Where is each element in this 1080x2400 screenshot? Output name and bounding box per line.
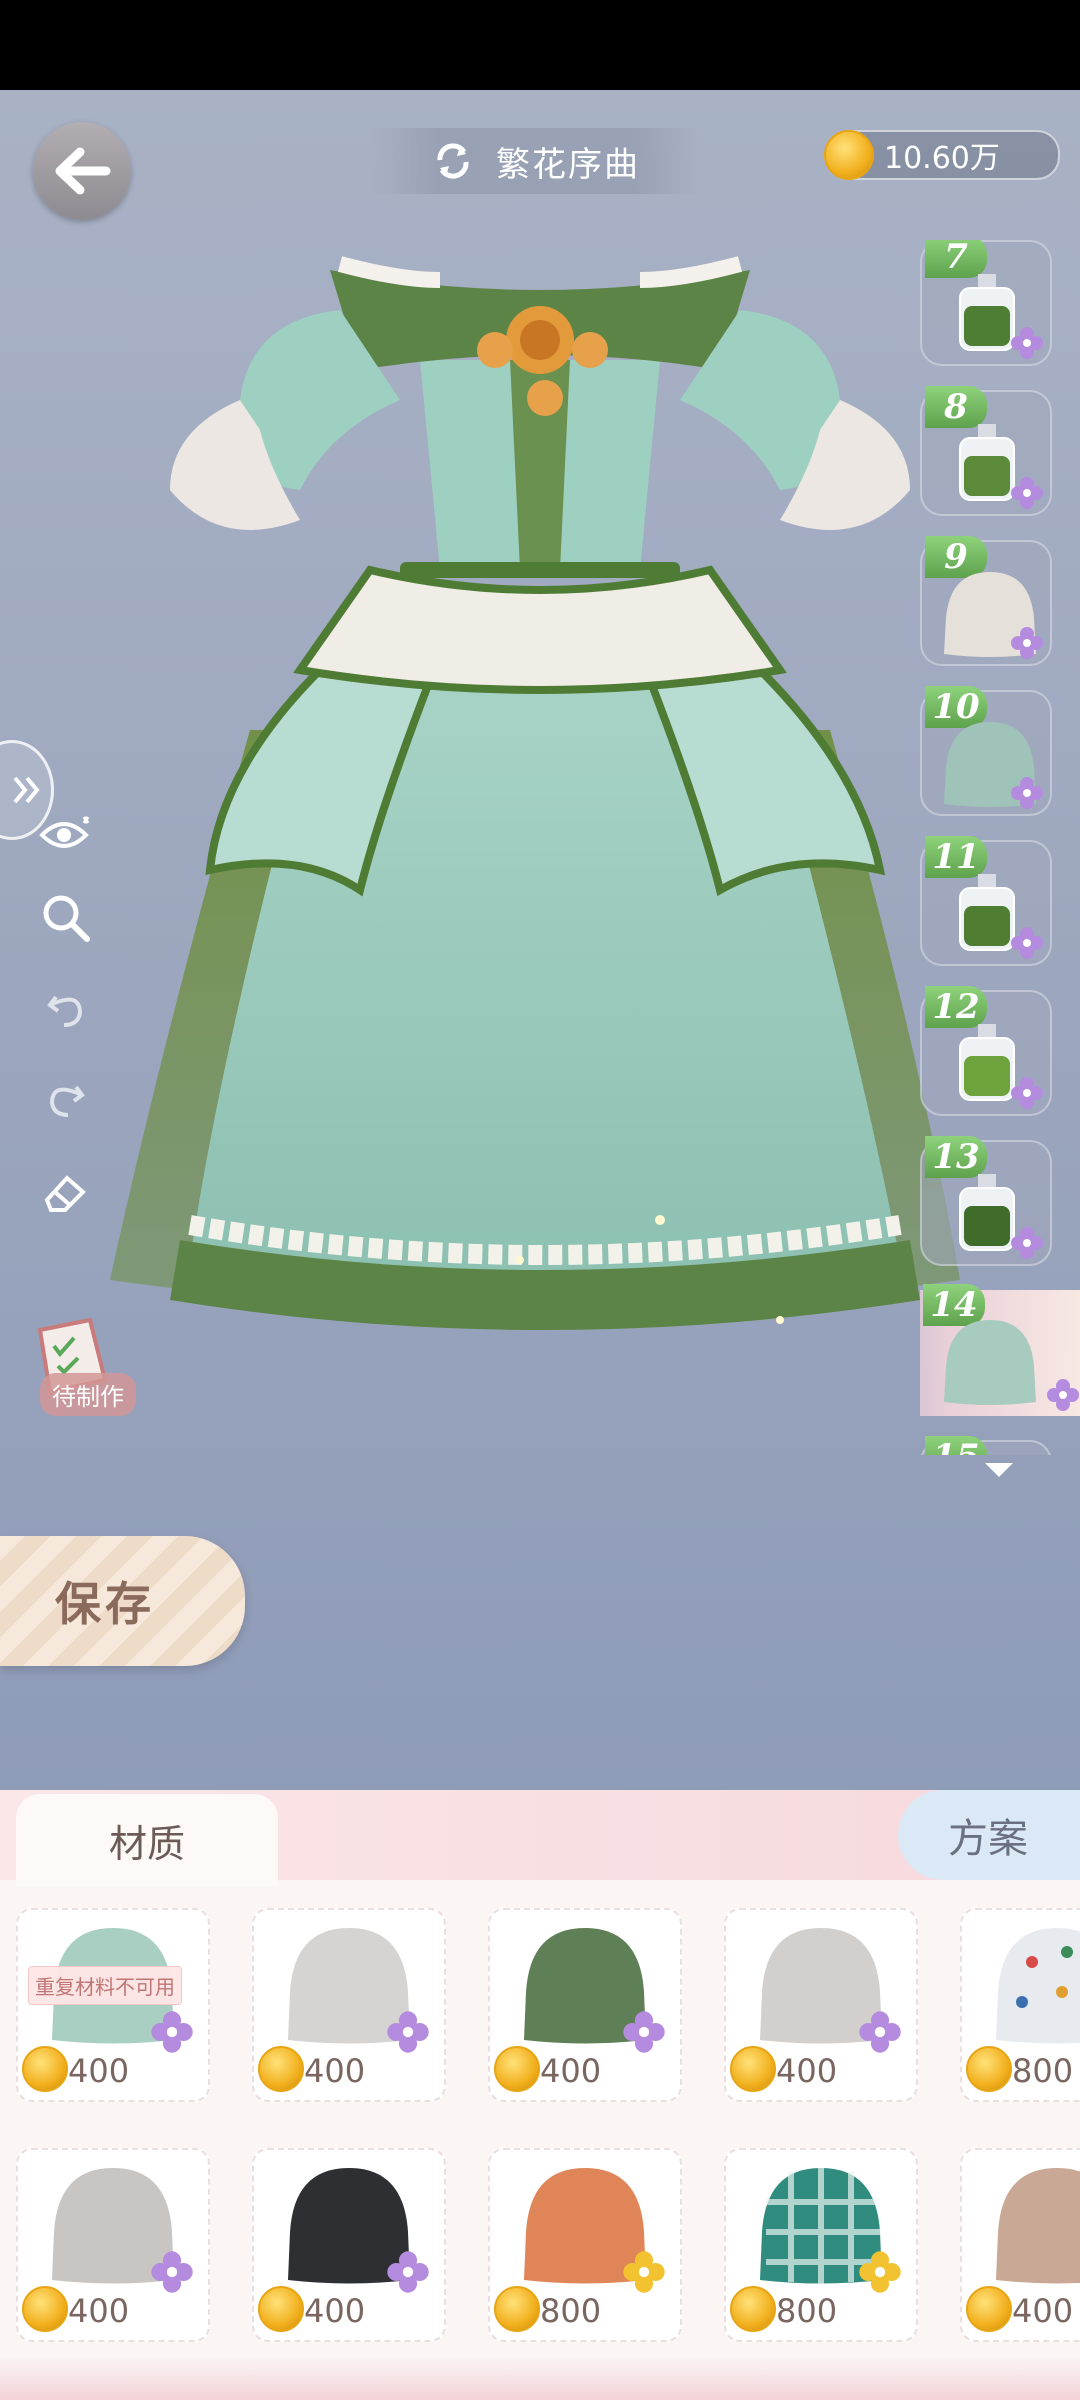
material-price: 800 <box>540 2292 602 2330</box>
tab-material[interactable]: 材质 <box>16 1794 278 1886</box>
tab-scheme[interactable]: 方案 <box>898 1790 1080 1880</box>
title-bar[interactable]: 繁花序曲 <box>370 128 700 194</box>
layer-item[interactable]: 10 <box>920 686 1052 816</box>
purple-flower-icon <box>1011 477 1043 509</box>
gold-flower-icon <box>859 2251 901 2293</box>
layer-number: 15 <box>925 1436 987 1455</box>
page-title: 繁花序曲 <box>496 144 640 185</box>
material-price: 800 <box>1012 2052 1074 2090</box>
purple-flower-icon <box>1011 777 1043 809</box>
layer-item[interactable]: 9 <box>920 536 1052 666</box>
material-price: 400 <box>1012 2292 1074 2330</box>
arrow-left-icon <box>55 147 111 195</box>
material-panel: 材质 方案 重复材料不可用 400 400 400 400 800 400 40… <box>0 1790 1080 2400</box>
coin-icon <box>258 2286 304 2332</box>
scroll-down-icon[interactable] <box>985 1463 1013 1477</box>
material-layer-strip[interactable]: 7 8 9 10 11 12 13 14 <box>920 240 1080 1455</box>
pending-label[interactable]: 待制作 <box>40 1373 136 1416</box>
double-chevron-right-icon <box>13 776 40 804</box>
material-card[interactable]: 400 <box>252 1908 446 2102</box>
save-label: 保存 <box>55 1577 155 1631</box>
gold-flower-icon <box>623 2251 665 2293</box>
purple-flower-icon <box>1047 1379 1079 1411</box>
magnifier-icon <box>43 895 90 942</box>
purple-flower-icon <box>151 2011 193 2053</box>
polka-dot-fabric-icon <box>996 1928 1080 2044</box>
layer-item[interactable]: 7 <box>920 240 1052 366</box>
panel-bottom-fade <box>0 2355 1080 2400</box>
save-button[interactable]: 保存 <box>0 1536 245 1666</box>
coin-icon <box>966 2046 1012 2092</box>
material-price: 400 <box>304 2292 366 2330</box>
purple-flower-icon <box>859 2011 901 2053</box>
coin-icon <box>494 2286 540 2332</box>
material-card[interactable]: 重复材料不可用 400 <box>16 1908 210 2102</box>
material-price: 400 <box>304 2052 366 2090</box>
coin-icon <box>22 2286 68 2332</box>
fabric-swatch-icon <box>944 1320 1036 1405</box>
material-card[interactable]: 400 <box>488 1908 682 2102</box>
coin-icon <box>22 2046 68 2092</box>
material-card[interactable]: 400 <box>252 2148 446 2342</box>
currency-amount: 10.60万 <box>884 141 1000 176</box>
layer-item-selected[interactable]: 14 <box>920 1284 1080 1416</box>
coin-icon <box>494 2046 540 2092</box>
eraser-icon <box>44 1175 86 1212</box>
back-button[interactable] <box>33 122 131 220</box>
eraser-button[interactable] <box>36 1163 96 1223</box>
preview-eye-button[interactable] <box>36 805 96 865</box>
material-card[interactable]: 800 <box>724 2148 918 2342</box>
redo-icon <box>49 1085 85 1117</box>
material-card[interactable]: 400 <box>16 2148 210 2342</box>
fabric-swatch-icon <box>996 2168 1080 2284</box>
status-bar <box>0 0 1080 90</box>
undo-button[interactable] <box>36 977 96 1037</box>
coin-icon <box>730 2046 776 2092</box>
purple-flower-icon <box>387 2251 429 2293</box>
undo-icon <box>47 995 83 1027</box>
zoom-button[interactable] <box>36 888 96 948</box>
refresh-icon[interactable] <box>430 138 476 184</box>
material-price: 400 <box>540 2052 602 2090</box>
material-card[interactable]: 400 <box>724 1908 918 2102</box>
layer-item[interactable]: 12 <box>920 986 1052 1116</box>
layer-item[interactable]: 8 <box>920 386 1052 516</box>
currency-display: 10.60万 <box>824 130 1060 180</box>
purple-flower-icon <box>387 2011 429 2053</box>
dress-preview[interactable] <box>100 250 980 1350</box>
material-price: 400 <box>776 2052 838 2090</box>
material-card[interactable]: 400 <box>960 2148 1080 2342</box>
layer-item[interactable]: 11 <box>920 836 1052 966</box>
material-card[interactable]: 800 <box>960 1908 1080 2102</box>
duplicate-material-tag: 重复材料不可用 <box>28 1966 182 2005</box>
material-card[interactable]: 800 <box>488 2148 682 2342</box>
purple-flower-icon <box>1011 627 1043 659</box>
material-price: 400 <box>68 2052 130 2090</box>
coin-icon <box>966 2286 1012 2332</box>
coin-icon <box>258 2046 304 2092</box>
purple-flower-icon <box>1011 1077 1043 1109</box>
purple-flower-icon <box>1011 927 1043 959</box>
purple-flower-icon <box>1011 1227 1043 1259</box>
purple-flower-icon <box>151 2251 193 2293</box>
redo-button[interactable] <box>36 1067 96 1127</box>
material-price: 400 <box>68 2292 130 2330</box>
material-price: 800 <box>776 2292 838 2330</box>
layer-item[interactable]: 13 <box>920 1136 1052 1266</box>
purple-flower-icon <box>623 2011 665 2053</box>
purple-flower-icon <box>1011 327 1043 359</box>
coin-icon <box>730 2286 776 2332</box>
coin-icon <box>824 130 874 180</box>
layer-item[interactable]: 15 <box>920 1436 1052 1455</box>
eye-icon <box>39 816 90 848</box>
